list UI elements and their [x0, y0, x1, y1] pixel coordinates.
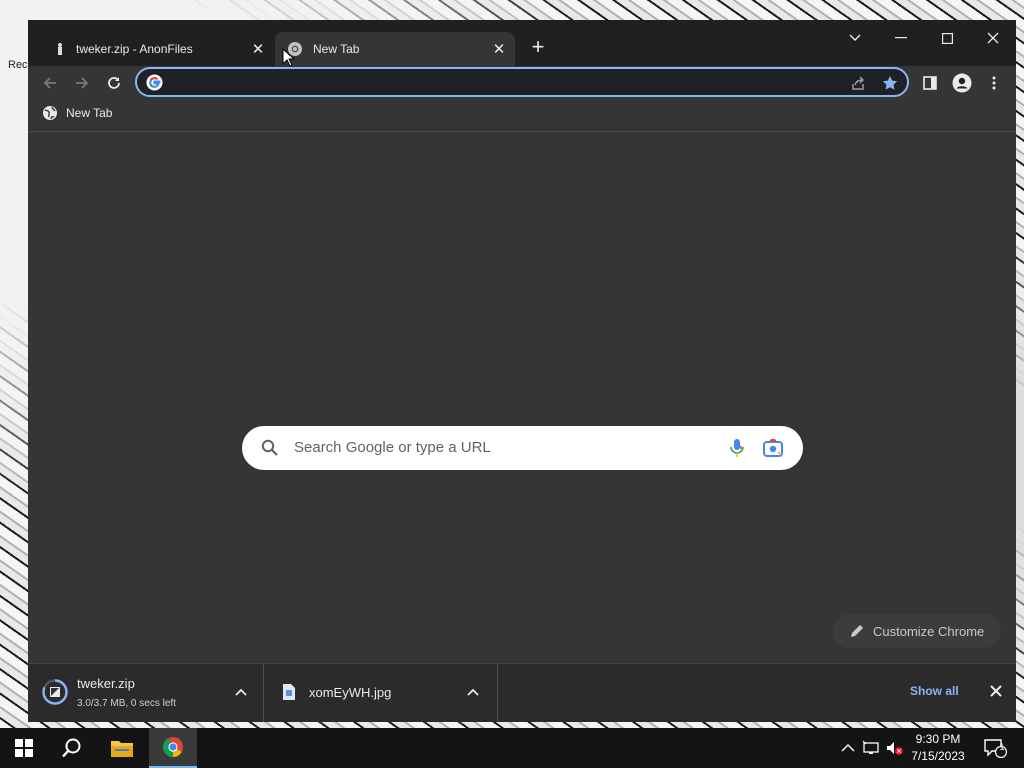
tab-strip: tweker.zip - AnonFiles ✕ New Tab ✕ + — [28, 20, 1016, 66]
close-shelf-icon[interactable] — [988, 683, 1004, 699]
clock-date: 7/15/2023 — [911, 749, 965, 763]
pencil-icon — [851, 625, 863, 637]
share-icon[interactable] — [848, 73, 868, 93]
file-icon — [283, 684, 295, 700]
download-progress-icon — [42, 679, 68, 705]
download-status: 3.0/3.7 MB, 0 secs left — [77, 698, 176, 709]
maximize-icon[interactable] — [930, 24, 964, 52]
download-item-xomeywh[interactable]: xomEyWH.jpg — [265, 664, 498, 722]
download-filename: xomEyWH.jpg — [309, 685, 392, 700]
tab-search-icon[interactable] — [838, 24, 872, 52]
download-shelf: tweker.zip 3.0/3.7 MB, 0 secs left xomEy… — [28, 663, 1016, 722]
new-tab-button[interactable]: + — [526, 36, 550, 60]
taskbar-search-button[interactable] — [48, 728, 96, 768]
bookmarks-bar: New Tab — [28, 100, 1016, 132]
ntp-search-box[interactable]: Search Google or type a URL — [242, 426, 803, 470]
tray-overflow-chevron-icon[interactable] — [839, 740, 857, 756]
voice-search-icon[interactable] — [726, 437, 748, 459]
mouse-cursor-icon — [282, 48, 294, 67]
search-icon — [62, 738, 81, 758]
windows-logo-icon — [15, 739, 33, 757]
new-tab-page: Search Google or type a URL Customize Ch… — [28, 132, 1016, 663]
google-g-icon — [146, 74, 163, 91]
globe-icon — [43, 106, 57, 120]
taskbar-chrome[interactable] — [149, 728, 197, 768]
taskbar-file-explorer[interactable] — [98, 728, 146, 768]
bookmark-label: New Tab — [66, 106, 113, 120]
omnibox[interactable] — [135, 67, 909, 97]
start-button[interactable] — [0, 728, 48, 768]
search-icon — [261, 439, 278, 456]
taskbar: 9:30 PM 7/15/2023 1 — [0, 728, 1024, 768]
side-panel-icon[interactable] — [916, 69, 944, 97]
action-center-button[interactable]: 1 — [974, 728, 1016, 768]
anonfiles-favicon-icon — [52, 41, 68, 57]
tab-anonfiles[interactable]: tweker.zip - AnonFiles ✕ — [42, 32, 274, 66]
network-icon[interactable] — [862, 740, 880, 756]
bookmark-new-tab[interactable]: New Tab — [42, 105, 112, 121]
customize-chrome-label: Customize Chrome — [873, 623, 985, 639]
close-window-icon[interactable] — [976, 24, 1010, 52]
chevron-up-icon[interactable] — [465, 684, 481, 700]
desktop-icon-label[interactable]: Rec — [8, 59, 28, 71]
notification-count: 1 — [999, 742, 1005, 752]
omnibox-input[interactable] — [171, 71, 821, 93]
volume-muted-icon[interactable] — [886, 740, 904, 756]
tab-new-tab[interactable]: New Tab ✕ — [275, 32, 515, 66]
bookmark-star-icon[interactable] — [880, 73, 900, 93]
download-filename: tweker.zip — [77, 676, 135, 691]
tab-close-icon[interactable]: ✕ — [248, 39, 268, 59]
chrome-window: tweker.zip - AnonFiles ✕ New Tab ✕ + New… — [28, 20, 1016, 722]
customize-chrome-button[interactable]: Customize Chrome — [833, 614, 1001, 648]
google-lens-icon[interactable] — [762, 437, 784, 459]
minimize-icon[interactable] — [884, 24, 918, 52]
reload-button[interactable] — [100, 69, 128, 97]
toolbar — [28, 66, 1016, 100]
tab-title: tweker.zip - AnonFiles — [76, 42, 193, 56]
profile-avatar-icon[interactable] — [948, 69, 976, 97]
download-item-tweker[interactable]: tweker.zip 3.0/3.7 MB, 0 secs left — [28, 664, 264, 722]
ntp-search-placeholder: Search Google or type a URL — [294, 439, 491, 456]
show-all-downloads-button[interactable]: Show all — [910, 684, 959, 698]
menu-kebab-icon[interactable] — [980, 69, 1008, 97]
folder-icon — [111, 741, 133, 757]
chevron-up-icon[interactable] — [233, 684, 249, 700]
taskbar-clock[interactable]: 9:30 PM 7/15/2023 — [906, 731, 970, 765]
tab-close-icon[interactable]: ✕ — [489, 39, 509, 59]
back-button[interactable] — [36, 69, 64, 97]
forward-button[interactable] — [68, 69, 96, 97]
clock-time: 9:30 PM — [915, 732, 961, 746]
tab-title: New Tab — [313, 42, 360, 56]
chrome-logo-icon — [162, 737, 183, 758]
